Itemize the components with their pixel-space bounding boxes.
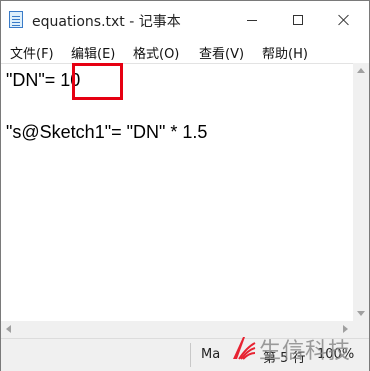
- scroll-left-icon[interactable]: [6, 325, 11, 333]
- menu-file[interactable]: 文件(F): [10, 43, 54, 62]
- highlight-annotation: [72, 63, 123, 100]
- notepad-icon: [9, 11, 23, 28]
- menu-bar: 文件(F) 编辑(E) 格式(O) 查看(V) 帮助(H): [1, 39, 369, 63]
- status-divider: [190, 343, 191, 367]
- watermark-logo-icon: [233, 337, 256, 360]
- vertical-scrollbar[interactable]: [353, 63, 369, 321]
- watermark-text: 生信科技: [259, 339, 352, 364]
- close-button[interactable]: [321, 1, 367, 39]
- menu-help[interactable]: 帮助(H): [262, 43, 308, 62]
- editor-line: "s@Sketch1"= "DN" * 1.5: [6, 122, 208, 142]
- menu-format[interactable]: 格式(O): [133, 43, 179, 62]
- maximize-icon: [293, 15, 303, 25]
- title-bar[interactable]: equations.txt - 记事本: [1, 1, 369, 39]
- scroll-down-icon[interactable]: [357, 311, 365, 316]
- maximize-button[interactable]: [275, 1, 321, 39]
- status-mode: Ma: [201, 347, 221, 362]
- menu-view[interactable]: 查看(V): [199, 43, 244, 62]
- window-title: equations.txt - 记事本: [32, 14, 181, 30]
- text-editor[interactable]: "DN"= 10 "s@Sketch1"= "DN" * 1.5: [1, 63, 353, 322]
- watermark: 生信科技: [229, 327, 369, 367]
- scroll-up-icon[interactable]: [357, 68, 365, 73]
- minimize-icon: [247, 19, 257, 21]
- menu-edit[interactable]: 编辑(E): [71, 43, 115, 62]
- close-icon: [338, 14, 350, 26]
- minimize-button[interactable]: [229, 1, 275, 39]
- notepad-window: equations.txt - 记事本 文件(F) 编辑(E) 格式(O) 查看…: [0, 0, 370, 371]
- editor-line: "DN"= 10: [6, 70, 81, 90]
